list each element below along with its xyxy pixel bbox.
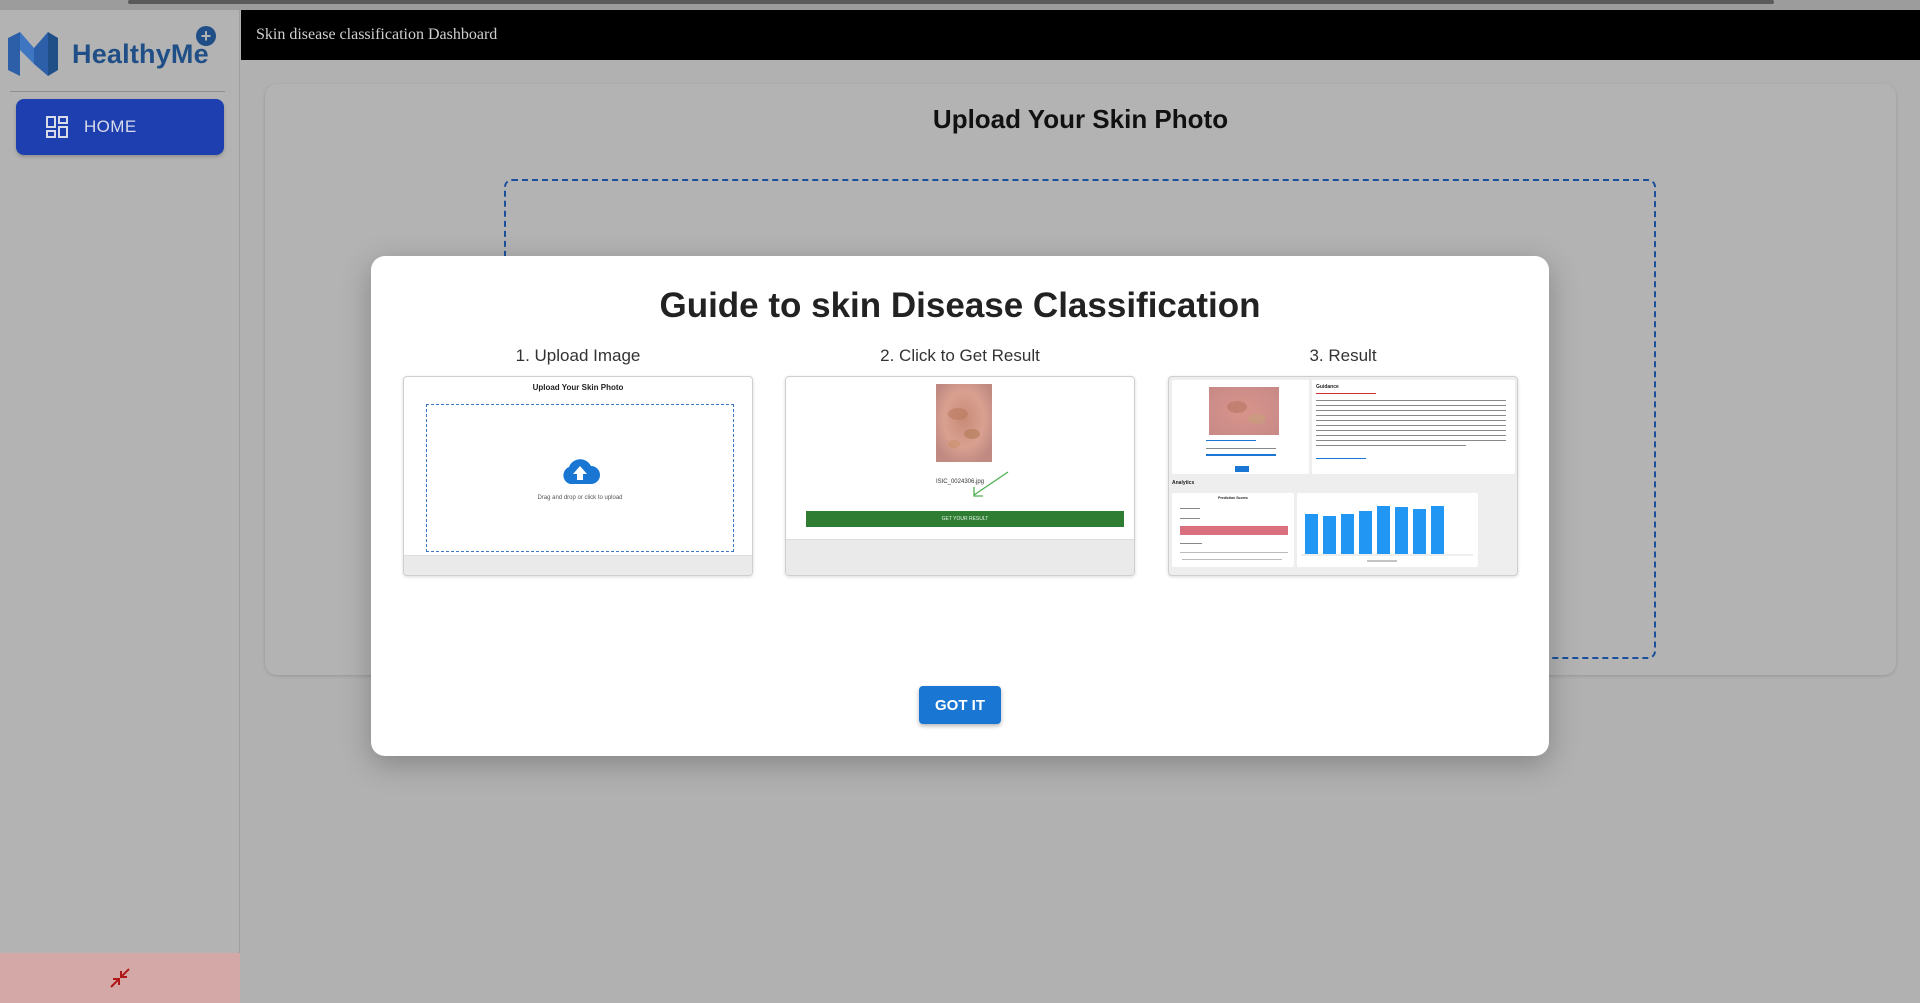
step-label: 3. Result [1309,346,1377,365]
logo-mark-icon [8,32,58,76]
thumb-analytics-label: Analytics [1172,480,1195,486]
thumb-footer [404,555,752,575]
guide-step-3: 3. Result Guidance Analytics Prediction … [1168,346,1518,576]
thumb-bar-chart-card [1297,493,1478,567]
thumb-image-card [1172,380,1309,474]
thumb-text-line [1316,405,1506,406]
thumb-guidance-card: Guidance [1312,380,1515,474]
thumb-axis-line [1180,552,1288,553]
sidebar-divider [10,91,225,92]
thumb-filename: ISIC_0024306.jpg [935,479,985,485]
plus-badge-icon: + [196,26,216,46]
browser-top-strip [0,0,1920,10]
thumb-link-line [1206,440,1256,441]
guide-step-1: 1. Upload Image Upload Your Skin Photo D… [403,346,753,576]
thumb-text-line [1316,435,1506,436]
thumb-text-line [1206,448,1276,449]
guide-step-2: 2. Click to Get Result ISIC_0024306.jpg [785,346,1135,576]
thumb-text-line [1316,415,1506,416]
thumb-legend-line [1182,559,1282,560]
thumb-text-line [1316,400,1506,401]
thumb-red-line [1316,393,1376,394]
thumb-text-line [1180,518,1200,519]
thumb-button [1235,466,1249,472]
thumb-guidance-heading: Guidance [1316,384,1339,390]
pointer-arrow-icon [973,471,1009,497]
thumb-text-line [1316,430,1506,431]
thumb-text-line [1316,425,1506,426]
collapse-sidebar-button[interactable] [0,953,240,1003]
sidebar-item-home[interactable]: HOME [16,99,224,155]
modal-title: Guide to skin Disease Classification [659,286,1261,325]
step-3-screenshot: Guidance Analytics Prediction Scores [1168,376,1518,576]
logo-text: HealthyMe [72,38,209,69]
thumb-chart-title: Prediction Scores [1218,496,1248,500]
upload-heading: Upload Your Skin Photo [932,104,1229,134]
thumb-upload-title: Upload Your Skin Photo [532,383,624,392]
thumb-text-line [1180,508,1200,509]
thumb-text-line [1180,543,1202,544]
step-1-screenshot: Upload Your Skin Photo Drag and drop or … [403,376,753,576]
thumb-upload-text: Drag and drop or click to upload [537,495,623,501]
thumb-highlight-bar [1180,526,1288,535]
step-label: 1. Upload Image [515,346,641,365]
thumb-text-line [1316,440,1506,441]
thumb-get-result-button: GET YOUR RESULT [806,511,1124,527]
thumb-dropzone: Drag and drop or click to upload [426,404,734,552]
got-it-button[interactable]: GOT IT [919,686,1001,724]
page-title: Skin disease classification Dashboard [256,26,498,43]
cloud-upload-icon [563,459,600,484]
thumb-text-line [1316,410,1506,411]
step-label: 2. Click to Get Result [880,346,1040,365]
thumb-text-line [1316,420,1506,421]
top-app-bar: Skin disease classification Dashboard [241,10,1920,60]
thumb-progress-line [1206,454,1276,456]
thumb-text-line [1316,445,1466,446]
dashboard-icon [46,116,68,138]
sidebar: HealthyMe + HOME [0,10,240,1003]
scroll-track [128,0,1774,4]
step-2-screenshot: ISIC_0024306.jpg GET YOUR RESULT [785,376,1135,576]
thumb-prediction-card: Prediction Scores [1172,493,1294,567]
skin-photo-thumbnail [936,384,992,462]
sidebar-item-label: HOME [84,117,137,136]
thumb-footer [786,539,1134,575]
guide-modal: Guide to skin Disease Classification 1. … [371,256,1549,756]
result-skin-thumbnail [1209,387,1279,435]
collapse-arrows-icon [110,968,130,988]
thumb-link-line [1316,458,1366,459]
thumb-bar-chart [1301,506,1473,562]
